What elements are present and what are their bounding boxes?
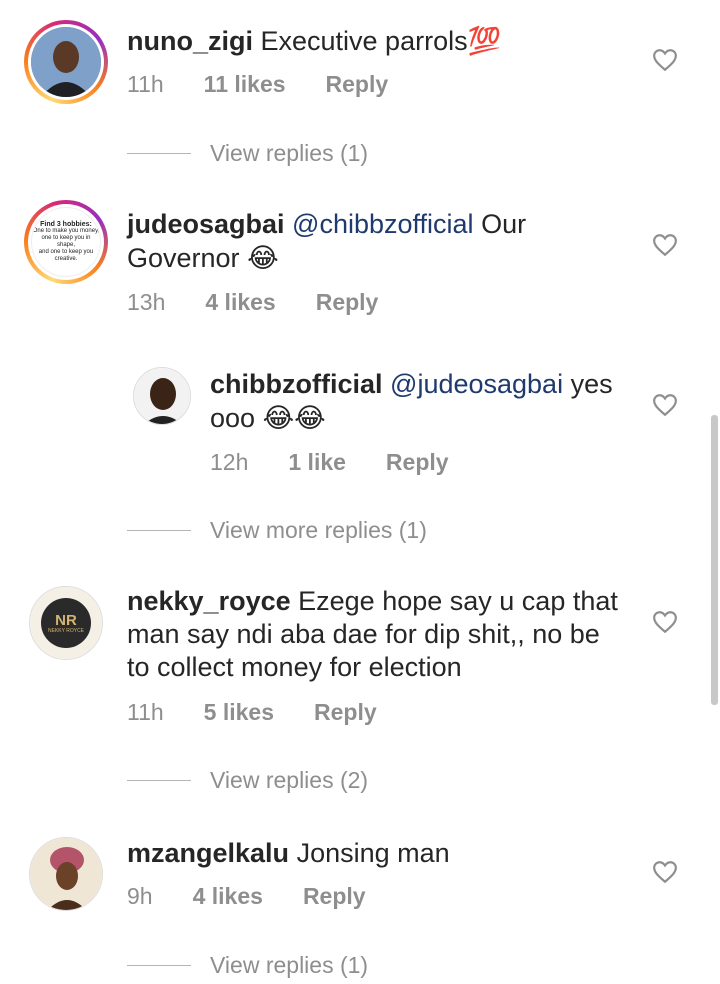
view-replies-button[interactable]: View replies (1) <box>127 952 368 979</box>
avatar[interactable] <box>133 367 191 425</box>
comment-meta: 13h 4 likes Reply <box>127 289 418 316</box>
username[interactable]: chibbzofficial <box>210 369 383 399</box>
laughing-emoji: 😂 <box>247 243 279 274</box>
avatar[interactable] <box>24 20 108 104</box>
reply-button[interactable]: Reply <box>326 71 389 98</box>
heart-outline-icon[interactable] <box>652 610 678 634</box>
mention-link[interactable]: @judeosagbai <box>390 369 563 399</box>
comment-text: nekky_royce Ezege hope say u cap that ma… <box>127 586 618 682</box>
username[interactable]: nuno_zigi <box>127 26 253 56</box>
heart-outline-icon[interactable] <box>652 860 678 884</box>
timestamp: 13h <box>127 289 166 315</box>
comment-text: chibbzofficial @judeosagbai yes ooo 😂😂 <box>210 369 613 434</box>
laughing-emoji: 😂😂 <box>262 403 326 434</box>
timestamp: 9h <box>127 883 153 909</box>
view-replies-button[interactable]: View replies (2) <box>127 767 368 794</box>
comment-text: mzangelkalu Jonsing man <box>127 838 450 868</box>
likes-count[interactable]: 4 likes <box>193 883 263 910</box>
avatar-photo <box>30 838 102 910</box>
avatar-photo <box>134 368 190 424</box>
divider-line <box>127 153 191 154</box>
view-replies-button[interactable]: View replies (1) <box>127 140 368 167</box>
heart-outline-icon[interactable] <box>652 393 678 417</box>
reply-button[interactable]: Reply <box>303 883 366 910</box>
likes-count[interactable]: 5 likes <box>204 699 274 726</box>
scrollbar[interactable] <box>711 415 718 705</box>
comment-meta: 12h 1 like Reply <box>210 449 489 476</box>
avatar-photo <box>31 27 101 97</box>
timestamp: 11h <box>127 699 164 725</box>
comment-text: nuno_zigi Executive parrols💯 <box>127 26 502 57</box>
likes-count[interactable]: 4 likes <box>205 289 275 316</box>
username[interactable]: mzangelkalu <box>127 838 289 868</box>
divider-line <box>127 530 191 531</box>
username[interactable]: nekky_royce <box>127 586 291 616</box>
hundred-points-emoji: 💯 <box>467 26 502 57</box>
view-more-replies-button[interactable]: View more replies (1) <box>127 517 427 544</box>
comment-text: judeosagbai @chibbzofficial Our Governor… <box>127 209 527 274</box>
mention-link[interactable]: @chibbzofficial <box>292 209 474 239</box>
timestamp: 11h <box>127 71 164 97</box>
reply-button[interactable]: Reply <box>386 449 449 476</box>
avatar[interactable]: NR NEKKY ROYCE <box>29 586 103 660</box>
comment-meta: 11h 5 likes Reply <box>127 699 417 726</box>
avatar[interactable]: Find 3 hobbies: One to make you money, o… <box>24 200 108 284</box>
likes-count[interactable]: 11 likes <box>204 71 286 98</box>
comment-meta: 11h 11 likes Reply <box>127 71 428 98</box>
timestamp: 12h <box>210 449 249 475</box>
divider-line <box>127 780 191 781</box>
reply-button[interactable]: Reply <box>314 699 377 726</box>
comment-meta: 9h 4 likes Reply <box>127 883 406 910</box>
heart-outline-icon[interactable] <box>652 233 678 257</box>
reply-button[interactable]: Reply <box>316 289 379 316</box>
avatar[interactable] <box>29 837 103 911</box>
heart-outline-icon[interactable] <box>652 48 678 72</box>
likes-count[interactable]: 1 like <box>288 449 346 476</box>
username[interactable]: judeosagbai <box>127 209 285 239</box>
divider-line <box>127 965 191 966</box>
